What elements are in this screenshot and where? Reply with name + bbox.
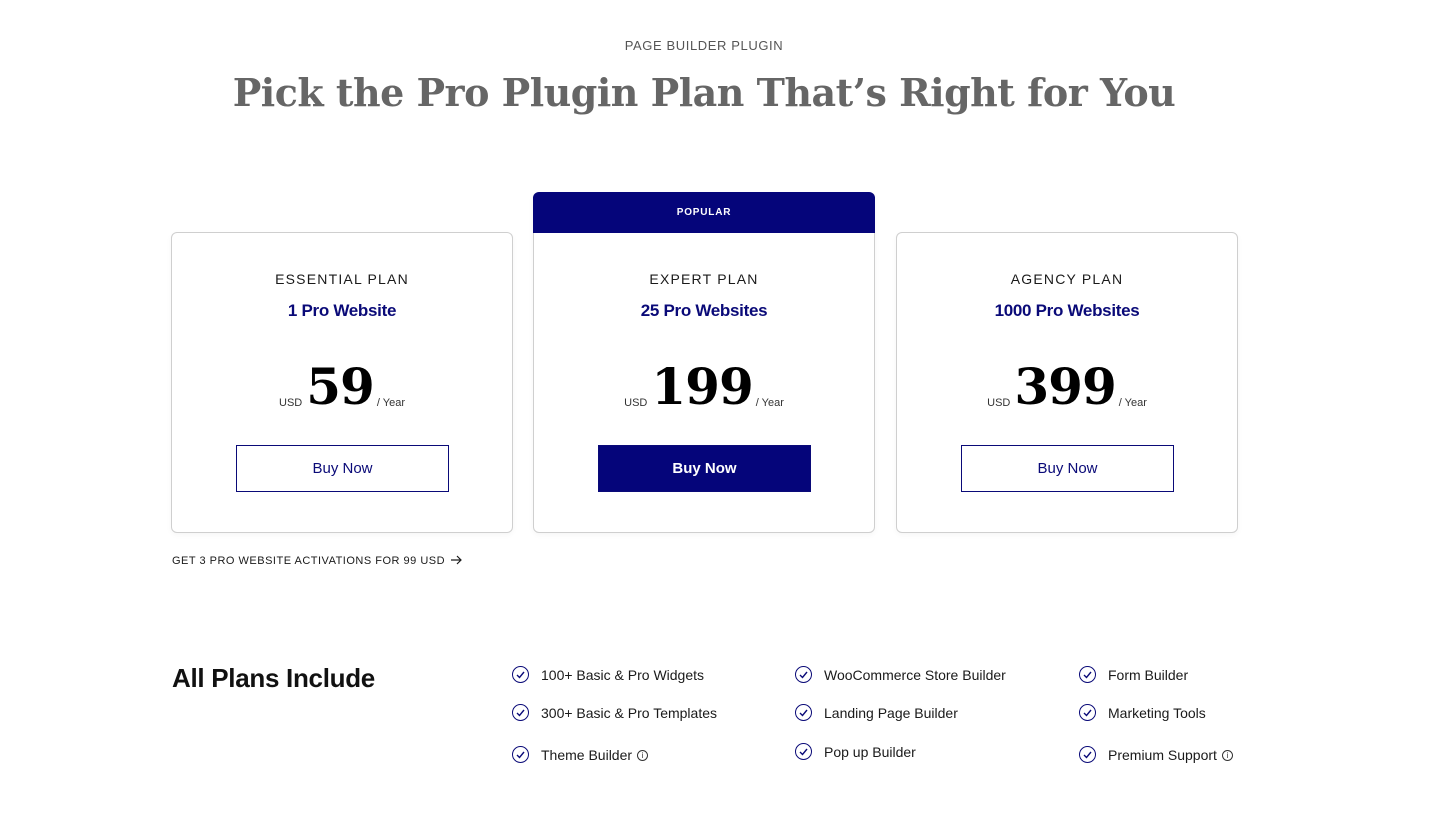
plan-name: EXPERT PLAN [649,271,759,287]
check-circle-icon [1079,746,1096,763]
feature-label: 300+ Basic & Pro Templates [541,704,718,721]
price-currency: USD [624,397,648,409]
check-circle-icon [795,704,812,721]
price-amount: 59 [306,357,375,416]
popular-badge: POPULAR [533,192,875,233]
feature-item: 300+ Basic & Pro Templates [512,704,717,721]
price-currency: USD [987,397,1011,409]
plan-sites: 25 Pro Websites [640,301,768,320]
feature-item: Form Builder [1079,666,1188,683]
all-plans-include-title: All Plans Include [172,663,375,693]
plan-card-expert: POPULAR EXPERT PLAN 25 Pro Websites USD … [533,192,875,533]
eyebrow-label: PAGE BUILDER PLUGIN [624,38,784,53]
buy-now-button-expert[interactable]: Buy Now [598,445,811,492]
feature-item: Theme Builder i [512,746,649,763]
price-row: USD 399 / Year [897,361,1237,413]
price-period: / Year [755,397,784,409]
feature-item: Premium Support i [1079,746,1233,763]
feature-label: Landing Page Builder [824,704,958,721]
feature-item: Landing Page Builder [795,704,958,721]
feature-label: WooCommerce Store Builder [824,666,1006,683]
check-circle-icon [512,704,529,721]
buy-now-button-agency[interactable]: Buy Now [961,445,1174,492]
check-circle-icon [795,743,812,760]
feature-label: 100+ Basic & Pro Widgets [541,666,705,683]
info-icon[interactable]: i [637,750,649,762]
activation-offer-label: GET 3 PRO WEBSITE ACTIVATIONS FOR 99 USD [172,554,446,567]
feature-item: WooCommerce Store Builder [795,666,1006,683]
feature-item: 100+ Basic & Pro Widgets [512,666,704,683]
plan-name: AGENCY PLAN [1010,271,1124,287]
plan-card-essential: ESSENTIAL PLAN 1 Pro Website USD 59 / Ye… [171,232,513,533]
arrow-right-icon [451,553,463,568]
price-currency: USD [279,397,303,409]
check-circle-icon [512,746,529,763]
price-period: / Year [1118,397,1147,409]
plan-card-agency: AGENCY PLAN 1000 Pro Websites USD 399 / … [896,232,1238,533]
price-amount: 399 [1014,357,1116,416]
feature-label: Theme Builder i [541,747,649,763]
feature-label: Pop up Builder [824,743,916,760]
feature-label: Form Builder [1108,666,1189,683]
info-icon[interactable]: i [1221,750,1233,762]
activation-offer-link[interactable]: GET 3 PRO WEBSITE ACTIVATIONS FOR 99 USD [172,553,463,568]
check-circle-icon [512,666,529,683]
plan-name: ESSENTIAL PLAN [275,271,409,287]
check-circle-icon [795,666,812,683]
plan-sites: 1 Pro Website [287,301,397,320]
price-amount: 199 [651,357,753,416]
price-row: USD 199 / Year [534,361,874,413]
plan-sites: 1000 Pro Websites [994,301,1140,320]
check-circle-icon [1079,666,1096,683]
feature-item: Marketing Tools [1079,704,1206,721]
page-title: Pick the Pro Plugin Plan That’s Right fo… [232,70,1176,115]
feature-item: Pop up Builder [795,743,916,760]
feature-label: Marketing Tools [1108,704,1206,721]
price-row: USD 59 / Year [172,361,512,413]
price-period: / Year [376,397,405,409]
check-circle-icon [1079,704,1096,721]
buy-now-button-essential[interactable]: Buy Now [236,445,449,492]
feature-label: Premium Support i [1108,747,1233,763]
